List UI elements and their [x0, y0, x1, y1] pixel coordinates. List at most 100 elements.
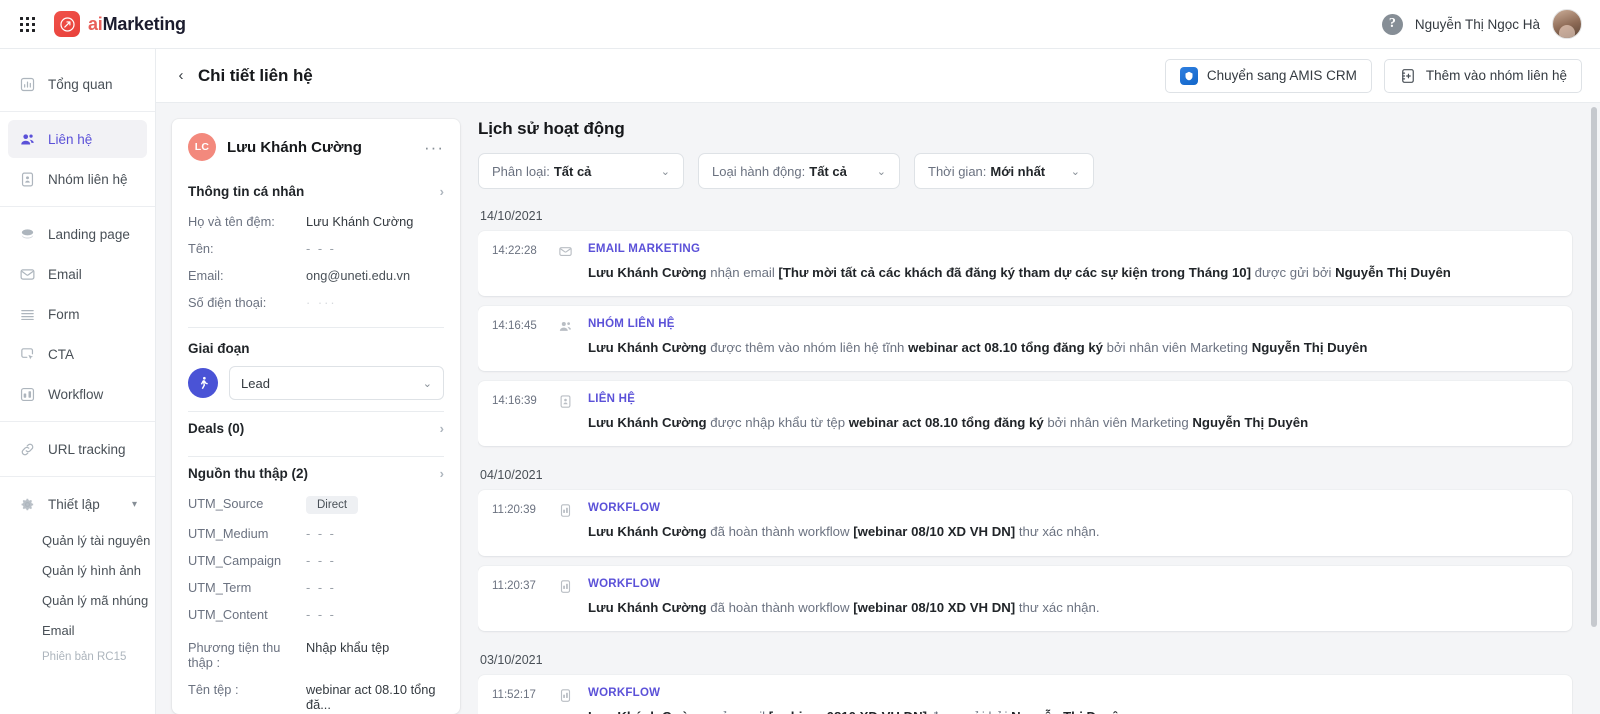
filter-value: Tất cả	[553, 163, 592, 179]
sidebar-item-nhom-lien-he[interactable]: Nhóm liên hệ	[8, 160, 147, 198]
activity-time: 14:22:28	[492, 245, 537, 257]
sidebar-item-workflow[interactable]: Workflow	[8, 375, 147, 413]
walking-person-icon	[188, 368, 218, 398]
field-value: - - -	[306, 580, 336, 595]
activity-entry-body: EMAIL MARKETING Lưu Khánh Cường nhận emai…	[588, 243, 1554, 282]
chevron-right-icon: ›	[439, 421, 444, 436]
field-label: Email:	[188, 268, 224, 283]
sidebar-item-tong-quan[interactable]: Tổng quan	[8, 65, 147, 103]
scrollbar-thumb[interactable]	[1591, 107, 1597, 627]
filter-thoi-gian[interactable]: Thời gian: Mới nhất ⌄	[914, 153, 1094, 189]
activity-entry-body: LIÊN HỆ Lưu Khánh Cường được nhập khẩu từ…	[588, 393, 1554, 432]
sidebar-item-landing-page[interactable]: Landing page	[8, 215, 147, 253]
activity-description: Lưu Khánh Cường đã hoàn thành workflow […	[588, 599, 1100, 615]
sidebar-item-form[interactable]: Form	[8, 295, 147, 333]
activity-entry-body: NHÓM LIÊN HỆ Lưu Khánh Cường được thêm và…	[588, 318, 1554, 357]
activity-time: 11:52:17	[492, 688, 536, 701]
sidebar-subitem-email[interactable]: Email	[0, 615, 155, 645]
activity-type-link[interactable]: NHÓM LIÊN HỆ	[588, 318, 1554, 330]
help-icon[interactable]: ?	[1381, 13, 1403, 35]
activity-time: 14:16:39	[492, 395, 537, 408]
sidebar-item-label: CTA	[48, 346, 74, 362]
activity-date-label: 03/10/2021	[480, 652, 543, 667]
sidebar-item-thiet-lap[interactable]: Thiết lập ▾	[8, 485, 147, 523]
amis-crm-icon	[1179, 66, 1198, 85]
add-to-group-icon	[1399, 67, 1417, 85]
stage-value: Lead	[241, 375, 270, 391]
contact-detail-card: LC Lưu Khánh Cường ··· Thông tin cá nhân…	[172, 119, 460, 714]
field-label: Họ và tên đệm:	[188, 214, 275, 229]
workflow-icon	[18, 385, 36, 403]
field-label: Tên tệp :	[188, 682, 239, 697]
sidebar-subitem-quan-ly-tai-nguyen[interactable]: Quản lý tài nguyên	[0, 525, 155, 555]
chevron-down-icon: ⌄	[876, 165, 886, 178]
chevron-right-icon: ›	[439, 466, 444, 481]
sidebar-item-label: Form	[48, 306, 80, 322]
app-root: aiMarketing ? Nguyễn Thị Ngọc Hà Tổng qu…	[0, 0, 1600, 714]
brand-logo[interactable]: aiMarketing	[54, 11, 186, 37]
source-section-header[interactable]: Nguồn thu thập (2) ›	[188, 457, 444, 490]
deals-section-header[interactable]: Deals (0) ›	[188, 412, 444, 445]
stage-row: Lead ⌄	[188, 366, 444, 400]
ellipsis-icon[interactable]: ···	[424, 139, 444, 156]
deals-title: Deals (0)	[188, 421, 245, 436]
activity-description: Lưu Khánh Cường được thêm vào nhóm liên …	[588, 340, 1368, 356]
field-so-dien-thoai: Số điện thoại: · ···	[188, 289, 444, 316]
app-version-label: Phiên bản RC15	[42, 651, 127, 663]
field-utm-medium: UTM_Medium - - -	[188, 520, 444, 547]
activity-time: 11:20:37	[492, 579, 536, 592]
stage-select[interactable]: Lead ⌄	[229, 366, 444, 400]
field-value: Nhập khẩu tệp	[306, 640, 390, 655]
filter-loai-hanh-dong[interactable]: Loại hành động: Tất cả ⌄	[698, 153, 900, 189]
activity-type-link[interactable]: WORKFLOW	[588, 502, 1554, 514]
switch-to-amis-crm-button[interactable]: Chuyển sang AMIS CRM	[1164, 58, 1372, 93]
field-value: · ···	[306, 295, 337, 310]
form-icon	[18, 305, 36, 323]
sidebar-subitem-quan-ly-ma-nhung[interactable]: Quản lý mã nhúng	[0, 585, 155, 615]
sidebar-item-email[interactable]: Email	[8, 255, 147, 293]
activity-entry: 14:22:28 EMAIL MARKETING Lưu Khánh Cường n…	[478, 231, 1572, 297]
page-header-actions: Chuyển sang AMIS CRM Thêm vào nhóm liên …	[1164, 58, 1582, 93]
chevron-left-icon[interactable]: ‹	[170, 65, 192, 87]
sidebar-item-cta[interactable]: CTA	[8, 335, 147, 373]
contact-icon	[558, 393, 588, 432]
filter-phan-loai[interactable]: Phân loại: Tất cả ⌄	[478, 153, 684, 189]
activity-history-title: Lịch sử hoạt động	[478, 119, 625, 138]
personal-info-section-header[interactable]: Thông tin cá nhân ›	[188, 175, 444, 208]
grid-apps-icon[interactable]	[10, 7, 44, 41]
brand-ai-text: ai	[88, 13, 103, 34]
activity-date-label: 04/10/2021	[480, 468, 543, 483]
field-value: - - -	[306, 553, 336, 568]
sidebar-item-lien-he[interactable]: Liên hệ	[8, 120, 147, 158]
field-value: - - -	[306, 526, 336, 541]
activity-entry: 14:16:39 LIÊN HỆ Lưu Khánh Cường được nhập…	[478, 381, 1572, 447]
switch-to-amis-crm-label: Chuyển sang AMIS CRM	[1206, 68, 1357, 83]
top-bar: aiMarketing ? Nguyễn Thị Ngọc Hà	[0, 0, 1600, 49]
activity-time: 11:20:39	[492, 504, 536, 517]
field-label: Tên:	[188, 241, 214, 256]
activity-type-link[interactable]: LIÊN HỆ	[588, 393, 1554, 405]
sidebar-item-url-tracking[interactable]: URL tracking	[8, 430, 147, 468]
avatar[interactable]	[1552, 9, 1582, 39]
activity-description: Lưu Khánh Cường được nhập khẩu từ tệp we…	[588, 415, 1309, 431]
contact-card-header: LC Lưu Khánh Cường ···	[188, 133, 444, 161]
activity-entry-body: WORKFLOW Lưu Khánh Cường đã hoàn thành wo…	[588, 502, 1554, 541]
field-value: ong@uneti.edu.vn	[306, 268, 411, 283]
sidebar-subitem-quan-ly-hinh-anh[interactable]: Quản lý hình ảnh	[0, 555, 155, 585]
activity-entry-body: WORKFLOW Lưu Khánh Cường đã hoàn thành wo…	[588, 578, 1554, 617]
field-phuong-tien-thu-thap: Phương tiện thu thập : Nhập khẩu tệp	[188, 634, 444, 676]
activity-type-link[interactable]: EMAIL MARKETING	[588, 243, 1554, 255]
sidebar-item-label: URL tracking	[48, 441, 126, 457]
field-label: UTM_Campaign	[188, 553, 282, 568]
page-scrollbar[interactable]	[1590, 103, 1598, 714]
chevron-down-icon: ▾	[131, 498, 137, 510]
activity-type-link[interactable]: WORKFLOW	[588, 687, 1554, 699]
top-bar-right: ? Nguyễn Thị Ngọc Hà	[1381, 9, 1582, 39]
chevron-down-icon: ⌄	[1070, 165, 1080, 178]
filter-label: Phân loại:	[492, 163, 550, 179]
field-label: UTM_Term	[188, 580, 252, 595]
cta-cursor-icon	[18, 345, 36, 363]
activity-timeline: 14/10/2021 14:22:28 EMAIL MARKETING Lưu Khá…	[478, 205, 1574, 714]
activity-type-link[interactable]: WORKFLOW	[588, 578, 1554, 590]
add-to-contact-group-button[interactable]: Thêm vào nhóm liên hệ	[1383, 58, 1582, 93]
